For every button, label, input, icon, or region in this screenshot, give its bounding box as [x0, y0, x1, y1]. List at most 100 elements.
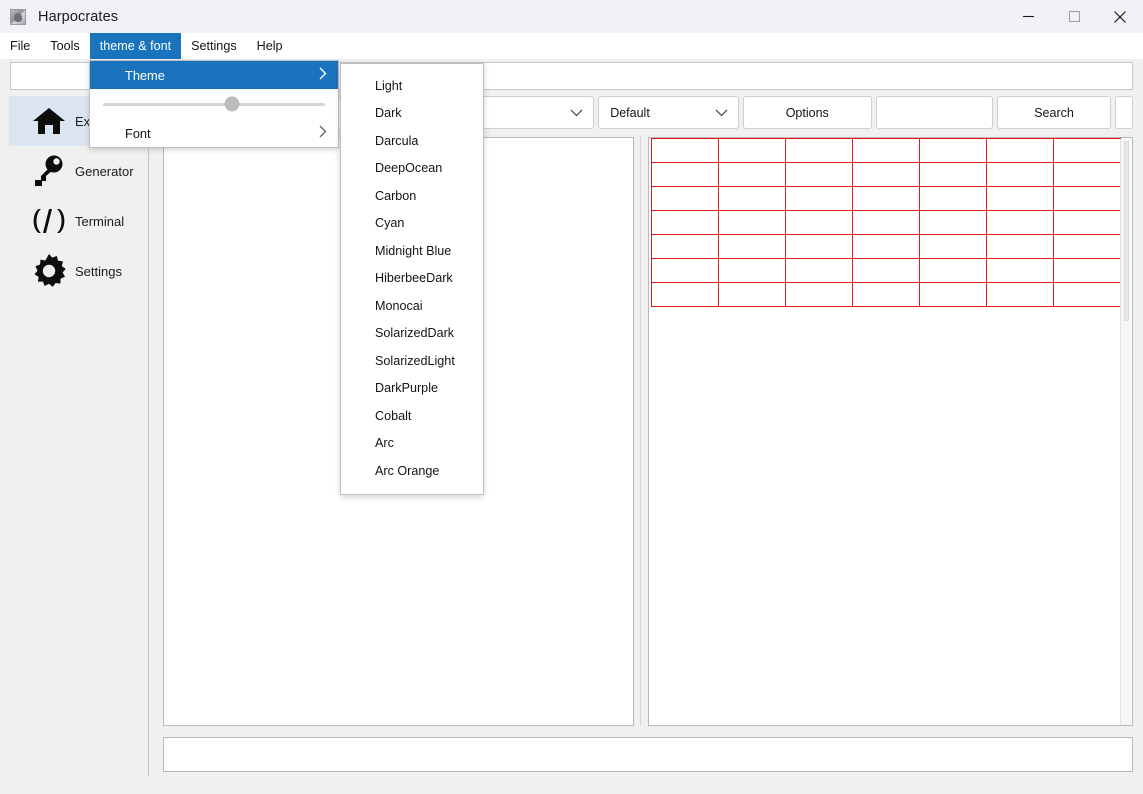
close-icon [1114, 10, 1126, 23]
theme-option-midnight-blue[interactable]: Midnight Blue [341, 237, 483, 265]
table-cell[interactable] [1053, 282, 1121, 307]
table-cell[interactable] [919, 210, 987, 235]
table-cell[interactable] [919, 186, 987, 211]
options-button[interactable]: Options [742, 96, 872, 129]
table-cell[interactable] [1053, 258, 1121, 283]
table-row[interactable] [651, 186, 1121, 211]
table-row[interactable] [651, 234, 1121, 259]
menu-settings[interactable]: Settings [181, 33, 247, 59]
theme-option-solarizeddark[interactable]: SolarizedDark [341, 320, 483, 348]
table-cell[interactable] [785, 162, 853, 187]
theme-submenu: Light Dark Darcula DeepOcean Carbon Cyan Midni… [340, 63, 484, 495]
table-cell[interactable] [986, 282, 1054, 307]
table-vertical-scrollbar[interactable] [1120, 139, 1131, 725]
table-cell[interactable] [986, 258, 1054, 283]
menu-help[interactable]: Help [247, 33, 293, 59]
table-cell[interactable] [785, 258, 853, 283]
table-cell[interactable] [852, 138, 920, 163]
table-row[interactable] [651, 210, 1121, 235]
menu-item-font[interactable]: Font [90, 119, 338, 147]
theme-option-deepocean[interactable]: DeepOcean [341, 155, 483, 183]
bottom-input-bar[interactable] [163, 737, 1133, 772]
toolbar-blank-field[interactable] [875, 96, 993, 129]
table-row[interactable] [651, 282, 1121, 307]
table-row[interactable] [651, 138, 1121, 163]
theme-option-cobalt[interactable]: Cobalt [341, 402, 483, 430]
table-cell[interactable] [919, 234, 987, 259]
table-cell[interactable] [651, 258, 719, 283]
theme-option-monocai[interactable]: Monocai [341, 292, 483, 320]
font-size-slider[interactable] [90, 89, 338, 119]
theme-option-carbon[interactable]: Carbon [341, 182, 483, 210]
table-cell[interactable] [1053, 234, 1121, 259]
theme-option-darkpurple[interactable]: DarkPurple [341, 375, 483, 403]
table-cell[interactable] [718, 162, 786, 187]
preset-combo-default[interactable]: Default [598, 96, 739, 129]
theme-option-arc-orange[interactable]: Arc Orange [341, 457, 483, 485]
table-cell[interactable] [651, 234, 719, 259]
minimize-button[interactable] [1005, 0, 1051, 33]
theme-option-dark[interactable]: Dark [341, 100, 483, 128]
table-row[interactable] [651, 162, 1121, 187]
table-cell[interactable] [852, 282, 920, 307]
maximize-button[interactable] [1051, 0, 1097, 33]
table-cell[interactable] [785, 186, 853, 211]
sidebar-item-terminal[interactable]: Terminal [9, 196, 148, 246]
table-cell[interactable] [986, 234, 1054, 259]
table-cell[interactable] [852, 210, 920, 235]
table-cell[interactable] [785, 138, 853, 163]
menu-theme-font[interactable]: theme & font [89, 33, 182, 59]
table-cell[interactable] [1053, 186, 1121, 211]
table-cell[interactable] [718, 210, 786, 235]
table-cell[interactable] [785, 210, 853, 235]
table-cell[interactable] [718, 186, 786, 211]
table-cell[interactable] [852, 258, 920, 283]
data-grid[interactable] [651, 138, 1121, 307]
theme-option-solarizedlight[interactable]: SolarizedLight [341, 347, 483, 375]
slider-track [103, 96, 325, 112]
menu-item-theme[interactable]: Theme [90, 61, 338, 89]
table-cell[interactable] [1053, 162, 1121, 187]
table-cell[interactable] [986, 138, 1054, 163]
panel-splitter[interactable] [638, 137, 644, 726]
table-cell[interactable] [919, 258, 987, 283]
table-cell[interactable] [852, 162, 920, 187]
table-cell[interactable] [651, 162, 719, 187]
chevron-right-icon [319, 125, 327, 141]
table-cell[interactable] [986, 162, 1054, 187]
table-cell[interactable] [1053, 138, 1121, 163]
close-button[interactable] [1097, 0, 1143, 33]
table-cell[interactable] [651, 282, 719, 307]
table-cell[interactable] [718, 282, 786, 307]
table-cell[interactable] [919, 162, 987, 187]
sidebar-item-settings[interactable]: Settings [9, 246, 148, 296]
slider-handle[interactable] [224, 96, 240, 112]
sidebar-item-generator[interactable]: Generator [9, 146, 148, 196]
table-cell[interactable] [651, 138, 719, 163]
table-cell[interactable] [852, 186, 920, 211]
scrollbar-thumb[interactable] [1124, 141, 1129, 321]
menu-tools[interactable]: Tools [40, 33, 89, 59]
table-cell[interactable] [919, 138, 987, 163]
table-cell[interactable] [718, 258, 786, 283]
theme-option-cyan[interactable]: Cyan [341, 210, 483, 238]
table-row[interactable] [651, 258, 1121, 283]
menu-file[interactable]: File [0, 33, 40, 59]
table-cell[interactable] [651, 186, 719, 211]
table-cell[interactable] [852, 234, 920, 259]
table-cell[interactable] [986, 186, 1054, 211]
theme-option-hiberbeedark[interactable]: HiberbeeDark [341, 265, 483, 293]
theme-option-arc[interactable]: Arc [341, 430, 483, 458]
table-cell[interactable] [919, 282, 987, 307]
theme-option-light[interactable]: Light [341, 72, 483, 100]
table-cell[interactable] [1053, 210, 1121, 235]
search-button[interactable]: Search [996, 96, 1112, 129]
table-cell[interactable] [785, 234, 853, 259]
table-cell[interactable] [651, 210, 719, 235]
table-cell[interactable] [718, 138, 786, 163]
table-cell[interactable] [718, 234, 786, 259]
table-cell[interactable] [785, 282, 853, 307]
theme-option-darcula[interactable]: Darcula [341, 127, 483, 155]
chevron-right-icon [319, 67, 327, 83]
table-cell[interactable] [986, 210, 1054, 235]
